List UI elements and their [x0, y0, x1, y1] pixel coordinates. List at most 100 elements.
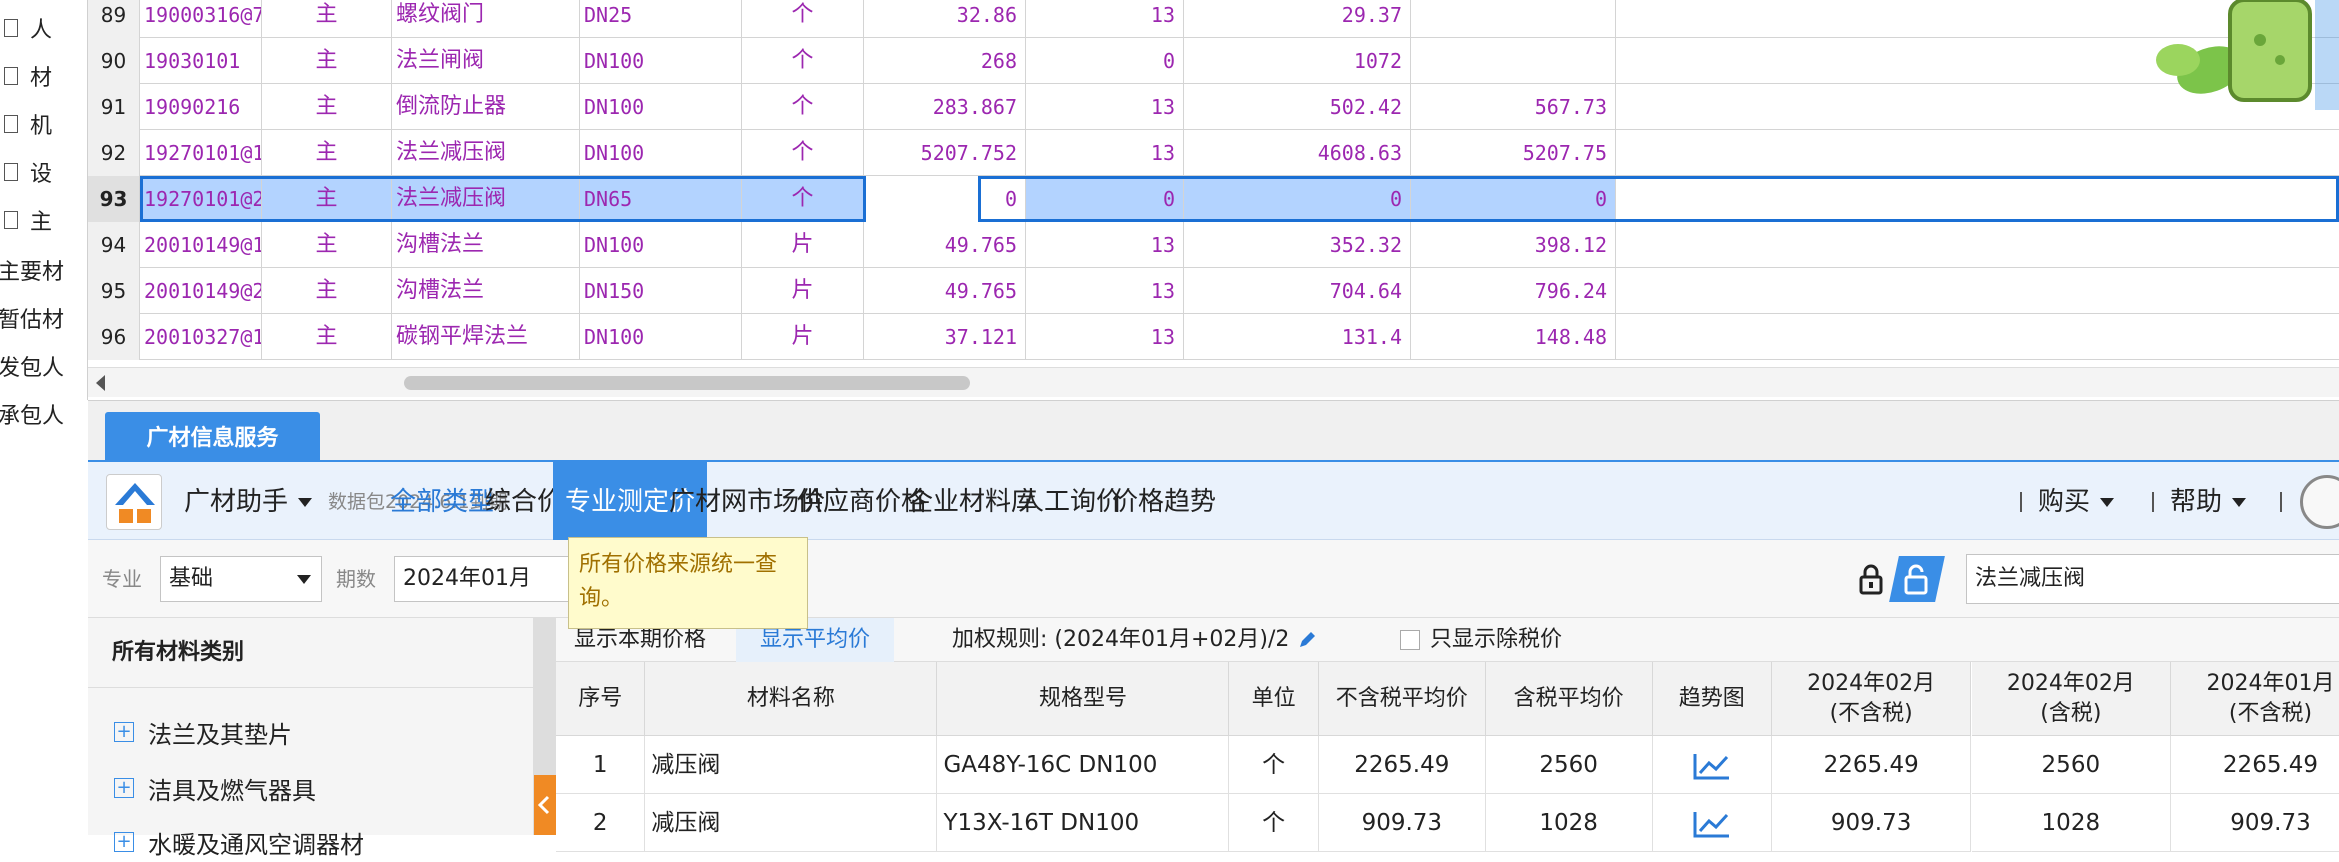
- grid-cell-code[interactable]: 19090216: [140, 84, 262, 130]
- grid-cell-name[interactable]: 沟槽法兰: [392, 268, 580, 314]
- grid-cell-name[interactable]: 碳钢平焊法兰: [392, 314, 580, 360]
- grid-cell-editing[interactable]: 0: [864, 176, 1026, 222]
- grid-row[interactable]: 93 19270101@2 主法兰减压阀 DN65 个 0 0 0 0: [88, 176, 2339, 222]
- grid-cell-name[interactable]: 倒流防止器: [392, 84, 580, 130]
- expand-icon[interactable]: +: [114, 778, 134, 798]
- grid-cell-name[interactable]: 法兰减压阀: [392, 130, 580, 176]
- grid-cell-type[interactable]: 主: [262, 130, 392, 176]
- grid-cell-price[interactable]: 5207.752: [864, 130, 1026, 176]
- result-cell-spec[interactable]: GA48Y-16C DN100: [937, 736, 1230, 794]
- grid-cell-type[interactable]: 主: [262, 268, 392, 314]
- header-avg-incl-tax[interactable]: 含税平均价: [1485, 662, 1653, 736]
- grid-cell-spec[interactable]: DN65: [580, 176, 742, 222]
- nav-item-material[interactable]: 材: [0, 56, 52, 96]
- grid-row[interactable]: 96 20010327@1 主碳钢平焊法兰 DN100 片 37.121 13 131.4 14…: [88, 314, 2339, 360]
- tax-only-checkbox[interactable]: 只显示除税价: [1390, 618, 1572, 662]
- grid-cell-price[interactable]: 37.121: [864, 314, 1026, 360]
- result-cell-feb_ex[interactable]: 909.73: [1771, 794, 1972, 852]
- result-cell-feb_in[interactable]: 2560: [1971, 736, 2172, 794]
- result-cell-feb_in[interactable]: 1028: [1971, 794, 2172, 852]
- grid-row[interactable]: 94 20010149@1 主沟槽法兰 DN100 片 49.765 13 352.32 398…: [88, 222, 2339, 268]
- grid-cell-type[interactable]: 主: [262, 38, 392, 84]
- grid-cell-name[interactable]: 法兰减压阀: [392, 176, 580, 222]
- grid-cell-code[interactable]: 20010149@2: [140, 268, 262, 314]
- result-cell-feb_ex[interactable]: 2265.49: [1771, 736, 1972, 794]
- grid-cell-name[interactable]: 法兰闸阀: [392, 38, 580, 84]
- grid-cell-type[interactable]: 主: [262, 314, 392, 360]
- header-jan-ex-tax[interactable]: 2024年01月 (不含税): [2171, 662, 2339, 736]
- trend-chart-icon[interactable]: [1652, 736, 1772, 794]
- buy-menu[interactable]: 购买: [2038, 462, 2115, 542]
- trend-chart-icon[interactable]: [1652, 794, 1772, 852]
- grid-cell-spec[interactable]: DN100: [580, 38, 742, 84]
- expand-icon[interactable]: +: [114, 722, 134, 742]
- tab-manual-inquiry[interactable]: 人工询价: [1018, 462, 1122, 542]
- nav-item-main[interactable]: 主: [0, 200, 52, 240]
- grid-cell-c1[interactable]: 1072: [1184, 38, 1411, 84]
- tab-price-trend[interactable]: 价格趋势: [1112, 462, 1216, 542]
- collapse-panel-button[interactable]: [534, 775, 556, 835]
- grid-cell-c2[interactable]: 0: [1411, 176, 1616, 222]
- header-seq[interactable]: 序号: [556, 662, 646, 736]
- grid-cell-c1[interactable]: 29.37: [1184, 0, 1411, 38]
- grid-cell-type[interactable]: 主: [262, 84, 392, 130]
- result-cell-jan_ex[interactable]: 2265.49: [2171, 736, 2339, 794]
- category-item[interactable]: + 洁具及燃气器具: [114, 768, 316, 808]
- grid-cell-rate[interactable]: 0: [1026, 176, 1184, 222]
- assistant-menu[interactable]: 广材助手: [184, 462, 313, 542]
- grid-cell-rate[interactable]: 13: [1026, 314, 1184, 360]
- header-trend[interactable]: 趋势图: [1652, 662, 1772, 736]
- grid-cell-spec[interactable]: DN100: [580, 222, 742, 268]
- edit-pencil-icon[interactable]: [1296, 629, 1318, 651]
- grid-cell-price[interactable]: 49.765: [864, 268, 1026, 314]
- result-cell-no[interactable]: 1: [556, 736, 646, 794]
- header-unit[interactable]: 单位: [1229, 662, 1319, 736]
- grid-cell-code[interactable]: 20010149@1: [140, 222, 262, 268]
- lock-icon[interactable]: [1848, 556, 1894, 602]
- result-cell-avg_ex[interactable]: 2265.49: [1318, 736, 1486, 794]
- unlock-icon[interactable]: [1889, 556, 1945, 602]
- grid-cell-rate[interactable]: 13: [1026, 0, 1184, 38]
- grid-cell-type[interactable]: 主: [262, 0, 392, 38]
- grid-cell-unit[interactable]: 个: [742, 130, 864, 176]
- grid-cell-price[interactable]: 49.765: [864, 222, 1026, 268]
- tab-all-types[interactable]: 全部类型: [390, 462, 494, 542]
- grid-cell-rate[interactable]: 13: [1026, 268, 1184, 314]
- grid-cell-unit[interactable]: 片: [742, 222, 864, 268]
- grid-cell-price[interactable]: 283.867: [864, 84, 1026, 130]
- grid-cell-unit[interactable]: 片: [742, 268, 864, 314]
- nav-item-machine[interactable]: 机: [0, 104, 52, 144]
- header-feb-incl-tax[interactable]: 2024年02月 (含税): [1971, 662, 2172, 736]
- grid-cell-unit[interactable]: 个: [742, 84, 864, 130]
- header-feb-ex-tax[interactable]: 2024年02月 (不含税): [1771, 662, 1972, 736]
- grid-cell-rate[interactable]: 13: [1026, 130, 1184, 176]
- grid-cell-unit[interactable]: 个: [742, 38, 864, 84]
- grid-cell-c2[interactable]: 796.24: [1411, 268, 1616, 314]
- grid-cell-code[interactable]: 20010327@1: [140, 314, 262, 360]
- header-avg-ex-tax[interactable]: 不含税平均价: [1318, 662, 1486, 736]
- grid-cell-spec[interactable]: DN100: [580, 84, 742, 130]
- grid-row[interactable]: 89 19000316@7 主螺纹阀门 DN25 个 32.86 13 29.37: [88, 0, 2339, 38]
- result-cell-no[interactable]: 2: [556, 794, 646, 852]
- grid-cell-unit[interactable]: 片: [742, 314, 864, 360]
- grid-cell-unit[interactable]: 个: [742, 0, 864, 38]
- category-item[interactable]: + 水暖及通风空调器材: [114, 822, 364, 862]
- nav-item-contractor[interactable]: 承包人: [0, 394, 64, 434]
- nav-item-labor[interactable]: 人: [0, 8, 52, 48]
- scroll-left-arrow-icon[interactable]: [96, 375, 105, 391]
- header-material-name[interactable]: 材料名称: [645, 662, 938, 736]
- grid-cell-c2[interactable]: 5207.75: [1411, 130, 1616, 176]
- grid-cell-name[interactable]: 沟槽法兰: [392, 222, 580, 268]
- grid-cell-c2[interactable]: 398.12: [1411, 222, 1616, 268]
- result-cell-spec[interactable]: Y13X-16T DN100: [937, 794, 1230, 852]
- grid-cell-spec[interactable]: DN25: [580, 0, 742, 38]
- result-cell-avg_in[interactable]: 1028: [1485, 794, 1653, 852]
- result-cell-avg_in[interactable]: 2560: [1485, 736, 1653, 794]
- grid-cell-spec[interactable]: DN150: [580, 268, 742, 314]
- result-cell-avg_ex[interactable]: 909.73: [1318, 794, 1486, 852]
- result-cell-name[interactable]: 减压阀: [645, 736, 938, 794]
- grid-row[interactable]: 92 19270101@1 主法兰减压阀 DN100 个 5207.752 13 4608.6…: [88, 130, 2339, 176]
- grid-cell-c2[interactable]: 148.48: [1411, 314, 1616, 360]
- grid-cell-c2[interactable]: [1411, 0, 1616, 38]
- result-cell-unit[interactable]: 个: [1229, 794, 1319, 852]
